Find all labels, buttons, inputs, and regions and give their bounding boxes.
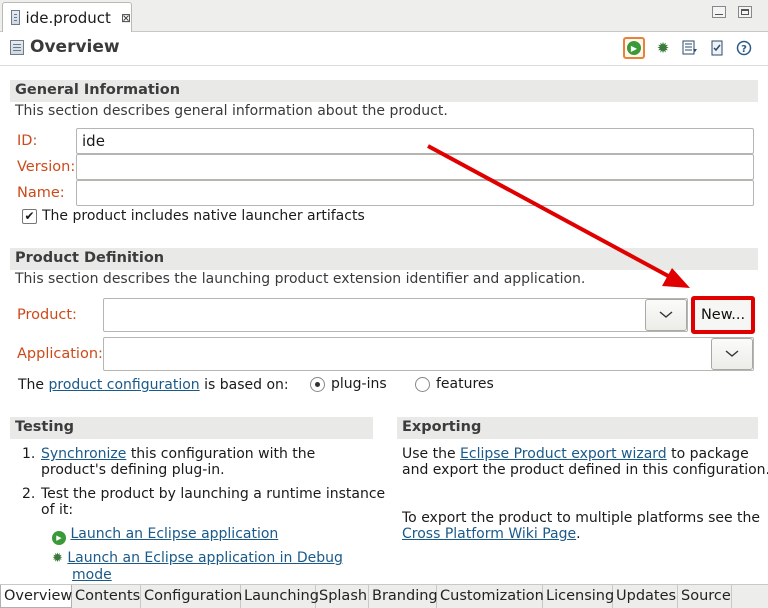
tab-configuration[interactable]: Configuration <box>141 585 242 608</box>
tab-launching[interactable]: Launching <box>241 585 319 608</box>
page-tabs: Overview Contents Configuration Launchin… <box>0 584 768 608</box>
tab-contents[interactable]: Contents <box>72 585 141 608</box>
tab-branding[interactable]: Branding <box>369 585 438 608</box>
tab-overview[interactable]: Overview <box>0 585 72 608</box>
tab-source[interactable]: Source <box>678 585 732 608</box>
tab-customization[interactable]: Customization <box>437 585 544 608</box>
annotation-arrow <box>427 144 690 288</box>
tab-updates[interactable]: Updates <box>613 585 678 608</box>
tab-licensing[interactable]: Licensing <box>543 585 614 608</box>
tab-splash[interactable]: Splash <box>316 585 369 608</box>
